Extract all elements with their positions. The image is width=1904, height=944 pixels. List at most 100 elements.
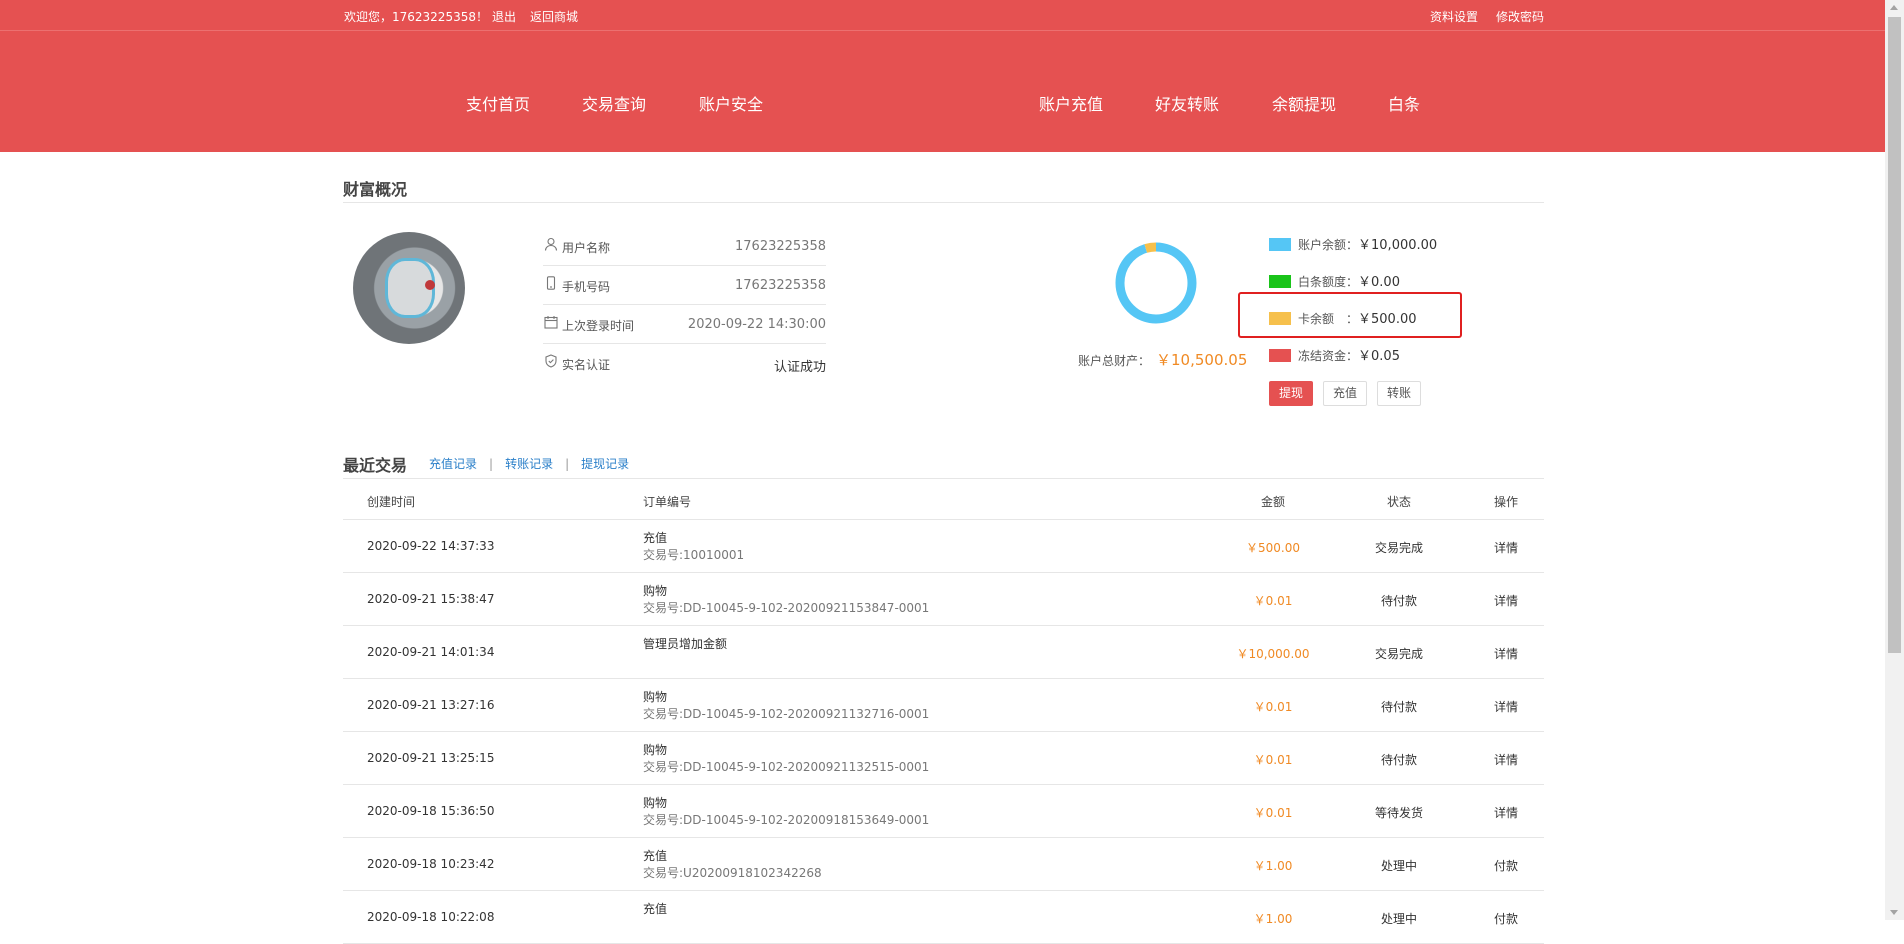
legend-item-baitiao-limit: 白条额度：￥0.00 — [1269, 271, 1400, 290]
cell-amount: ￥500.00 — [1246, 541, 1300, 555]
divider — [343, 202, 1544, 203]
recharge-records-link[interactable]: 充值记录 — [429, 457, 477, 471]
profile-settings-link[interactable]: 资料设置 — [1430, 10, 1478, 24]
legend-value: ￥0.00 — [1358, 275, 1400, 290]
nav-item-baitiao[interactable]: 白条 — [1388, 91, 1420, 115]
order-type: 购物 — [643, 690, 668, 704]
recharge-button[interactable]: 充值 — [1323, 381, 1368, 406]
cell-amount: ￥0.01 — [1253, 806, 1293, 820]
cell-order: 购物交易号:DD-10045-9-102-20200921132515-0001 — [643, 742, 929, 776]
cell-amount: ￥10,000.00 — [1236, 647, 1310, 661]
info-label: 上次登录时间 — [562, 319, 635, 333]
info-row-phone: 手机号码 17623225358 — [543, 266, 826, 305]
back-to-mall-link[interactable]: 返回商城 — [530, 10, 578, 24]
scrollbar-thumb[interactable] — [1888, 17, 1901, 653]
nav-item-transaction-query[interactable]: 交易查询 — [582, 91, 646, 115]
info-value: 2020-09-22 14:30:00 — [687, 317, 826, 332]
row-action-link[interactable]: 付款 — [1461, 910, 1551, 927]
top-bar-right: 资料设置 修改密码 — [1412, 8, 1544, 25]
nav-item-pay-home[interactable]: 支付首页 — [466, 91, 530, 115]
total-assets-value: ￥10,500.05 — [1156, 351, 1248, 369]
legend-swatch — [1269, 238, 1291, 251]
highlight-box — [1238, 292, 1462, 338]
avatar[interactable] — [353, 232, 465, 344]
cell-status: 处理中 — [1380, 912, 1417, 926]
cell-created-time: 2020-09-18 10:22:08 — [367, 910, 495, 924]
info-row-last-login: 上次登录时间 2020-09-22 14:30:00 — [543, 305, 826, 344]
legend-value: ￥10,000.00 — [1358, 238, 1438, 253]
withdraw-button[interactable]: 提现 — [1269, 381, 1314, 406]
row-action-link[interactable]: 详情 — [1461, 539, 1551, 556]
logout-link[interactable]: 退出 — [492, 10, 516, 24]
top-bar: 欢迎您，17623225358！ 退出 返回商城 资料设置 修改密码 — [0, 0, 1885, 31]
info-value: 17623225358 — [735, 239, 826, 254]
row-action-link[interactable]: 详情 — [1461, 592, 1551, 609]
change-password-link[interactable]: 修改密码 — [1496, 10, 1544, 24]
separator: | — [489, 457, 494, 471]
cell-created-time: 2020-09-18 10:23:42 — [367, 857, 495, 871]
row-action-link[interactable]: 详情 — [1461, 698, 1551, 715]
order-number: 交易号:DD-10045-9-102-20200921132716-0001 — [643, 707, 930, 721]
order-number: 交易号:DD-10045-9-102-20200921153847-0001 — [643, 601, 930, 615]
nav-item-account-recharge[interactable]: 账户充值 — [1039, 91, 1103, 115]
column-header-status: 状态 — [1386, 495, 1411, 509]
table-row: 2020-09-21 13:27:16 购物交易号:DD-10045-9-102-… — [343, 679, 1544, 732]
order-type: 充值 — [643, 531, 668, 545]
order-number: 交易号:DD-10045-9-102-20200918153649-0001 — [643, 813, 930, 827]
cell-created-time: 2020-09-21 13:27:16 — [367, 698, 495, 712]
transfer-records-link[interactable]: 转账记录 — [505, 457, 553, 471]
table-row: 2020-09-22 14:37:33 充值交易号:10010001 ￥500.00… — [343, 520, 1544, 573]
order-type: 充值 — [643, 902, 668, 916]
table-row: 2020-09-18 15:36:50 购物交易号:DD-10045-9-102-… — [343, 785, 1544, 838]
legend-value: ￥0.05 — [1358, 349, 1400, 364]
vertical-scrollbar[interactable] — [1885, 0, 1904, 920]
withdraw-records-link[interactable]: 提现记录 — [581, 457, 629, 471]
transfer-button[interactable]: 转账 — [1377, 381, 1422, 406]
cell-created-time: 2020-09-18 15:36:50 — [367, 804, 495, 818]
cell-order: 管理员增加金额 — [643, 636, 727, 653]
row-action-link[interactable]: 详情 — [1461, 804, 1551, 821]
scroll-down-arrow-icon[interactable] — [1890, 910, 1898, 915]
table-header: 创建时间 订单编号 金额 状态 操作 — [343, 479, 1544, 520]
table-row: 2020-09-18 10:22:08 充值 ￥1.00 处理中 付款 — [343, 891, 1544, 944]
header: 欢迎您，17623225358！ 退出 返回商城 资料设置 修改密码 支付首页 交易查… — [0, 0, 1885, 152]
legend-item-account-balance: 账户余额：￥10,000.00 — [1269, 234, 1437, 253]
legend-item-frozen-funds: 冻结资金：￥0.05 — [1269, 345, 1400, 364]
column-header-created-time: 创建时间 — [367, 495, 416, 509]
order-number: 交易号:DD-10045-9-102-20200921132515-0001 — [643, 760, 930, 774]
row-action-link[interactable]: 详情 — [1461, 645, 1551, 662]
cell-created-time: 2020-09-21 14:01:34 — [367, 645, 495, 659]
order-type: 购物 — [643, 743, 668, 757]
cell-order: 充值交易号:10010001 — [643, 530, 744, 564]
column-header-order-number: 订单编号 — [643, 495, 692, 509]
column-header-action: 操作 — [1493, 495, 1518, 509]
cell-created-time: 2020-09-21 13:25:15 — [367, 751, 495, 765]
scroll-up-arrow-icon[interactable] — [1890, 5, 1898, 10]
separator: | — [565, 457, 570, 471]
order-number: 交易号:U20200918102342268 — [643, 866, 822, 880]
record-links: 充值记录 | 转账记录 | 提现记录 — [429, 455, 629, 472]
cell-created-time: 2020-09-22 14:37:33 — [367, 539, 495, 553]
cell-status: 处理中 — [1380, 859, 1417, 873]
top-bar-left: 欢迎您，17623225358！ 退出 返回商城 — [344, 8, 582, 25]
asset-donut-chart — [1115, 242, 1197, 324]
row-action-link[interactable]: 付款 — [1461, 857, 1551, 874]
user-icon — [544, 237, 558, 251]
table-row: 2020-09-18 10:23:42 充值 交易号:U20200918102342… — [343, 838, 1544, 891]
cell-amount: ￥0.01 — [1253, 594, 1293, 608]
cell-created-time: 2020-09-21 15:38:47 — [367, 592, 495, 606]
nav-item-friend-transfer[interactable]: 好友转账 — [1155, 91, 1219, 115]
nav-item-account-security[interactable]: 账户安全 — [699, 91, 763, 115]
order-type: 购物 — [643, 584, 668, 598]
recent-transactions-title: 最近交易 — [343, 456, 408, 475]
info-label: 手机号码 — [562, 280, 611, 294]
info-value: 认证成功 — [773, 360, 826, 375]
cell-status: 交易完成 — [1374, 647, 1423, 661]
nav-item-balance-withdraw[interactable]: 余额提现 — [1272, 91, 1336, 115]
row-action-link[interactable]: 详情 — [1461, 751, 1551, 768]
order-type: 购物 — [643, 796, 668, 810]
cell-status: 待付款 — [1380, 753, 1417, 767]
transactions-table: 创建时间 订单编号 金额 状态 操作 2020-09-22 14:37:33 充值… — [343, 479, 1544, 944]
legend-swatch — [1269, 275, 1291, 288]
order-number: 交易号:10010001 — [643, 548, 745, 562]
